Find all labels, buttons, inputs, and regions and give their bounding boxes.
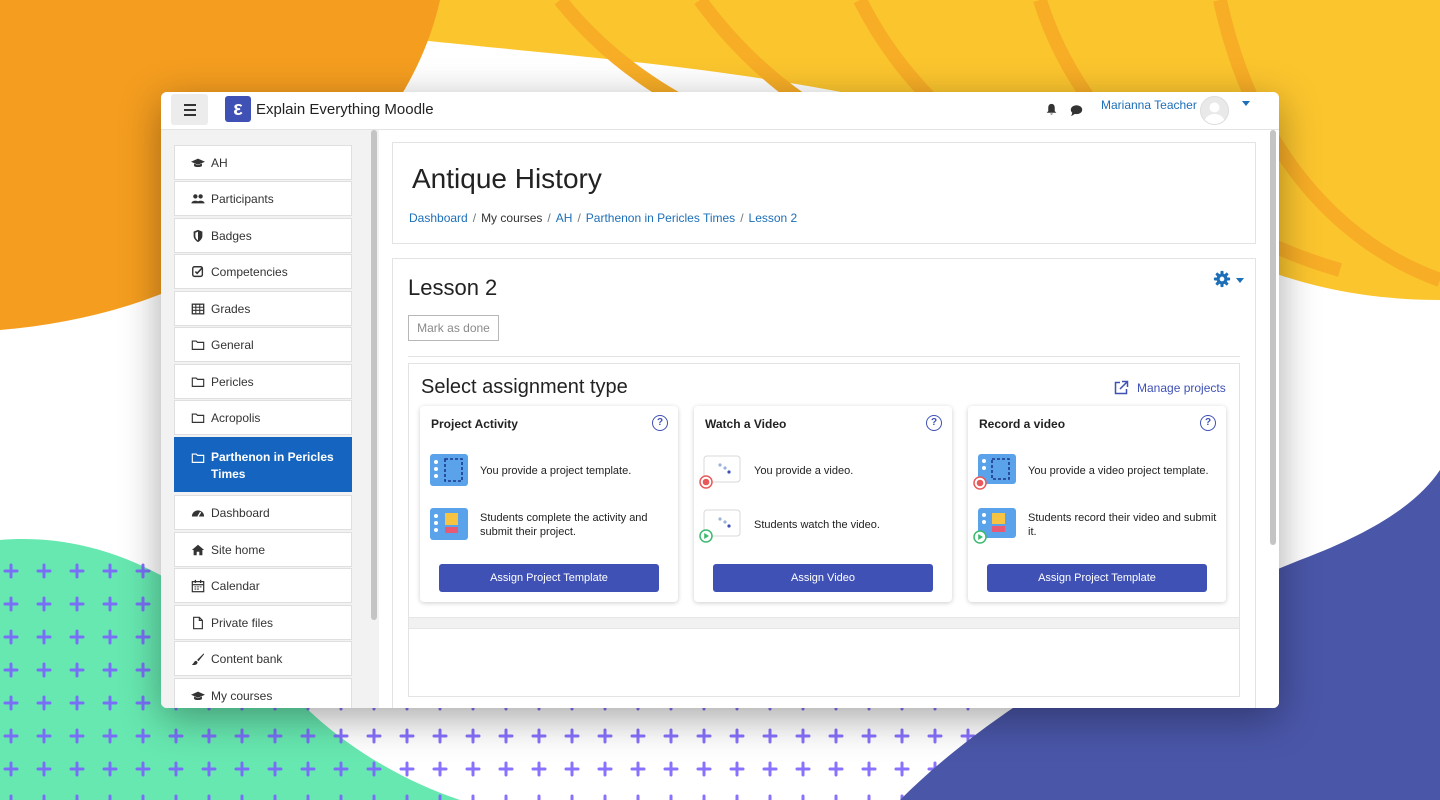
sidebar-item-badges[interactable]: Badges — [174, 218, 352, 253]
nav-drawer: AH Participants Badges Competencies Grad… — [161, 130, 379, 708]
course-header-card: Antique History Dashboard / My courses / AH /… — [392, 142, 1256, 244]
brush-icon — [191, 652, 205, 665]
mark-as-done-button[interactable]: Mark as done — [408, 315, 499, 341]
breadcrumb-ah[interactable]: AH — [556, 211, 573, 225]
lesson-title: Lesson 2 — [408, 275, 498, 300]
graduation-cap-icon — [191, 691, 205, 700]
sidebar-item-content-bank[interactable]: Content bank — [174, 641, 352, 676]
divider — [408, 356, 1240, 357]
folder-icon — [191, 453, 205, 463]
folder-icon — [191, 339, 205, 350]
option-row-1-text: You provide a project template. — [480, 465, 632, 477]
option-title: Record a video — [979, 417, 1066, 431]
site-name[interactable]: Explain Everything Moodle — [256, 101, 434, 118]
sidebar-scrollbar[interactable] — [371, 130, 377, 620]
browser-window: ε Explain Everything Moodle Marianna Tea… — [161, 92, 1279, 708]
sidebar-item-my-courses[interactable]: My courses — [174, 678, 352, 708]
gear-menu-caret-icon[interactable] — [1236, 278, 1244, 283]
sidebar-item-parthenon[interactable]: Parthenon in Pericles Times — [174, 437, 352, 492]
assign-project-template-button[interactable]: Assign Project Template — [987, 564, 1207, 592]
sidebar-item-dashboard[interactable]: Dashboard — [174, 495, 352, 530]
sidebar-item-general[interactable]: General — [174, 327, 352, 362]
menu-toggle-button[interactable] — [171, 94, 208, 125]
option-row-1-text: You provide a video. — [754, 465, 854, 477]
sidebar-item-grades[interactable]: Grades — [174, 291, 352, 326]
user-name[interactable]: Marianna Teacher — [1101, 98, 1197, 112]
sidebar-item-participants[interactable]: Participants — [174, 181, 352, 216]
option-row-2-text: Students complete the activity and submi… — [480, 512, 648, 538]
help-icon[interactable]: ? — [1200, 415, 1216, 431]
breadcrumb: Dashboard / My courses / AH / Parthenon in Per… — [409, 211, 798, 225]
home-icon — [191, 544, 205, 555]
video-submit-icon — [973, 508, 1016, 544]
sidebar-item-site-home[interactable]: Site home — [174, 532, 352, 567]
option-card-project-activity: Project Activity ? You provide a project… — [420, 406, 678, 602]
sidebar-item-competencies[interactable]: Competencies — [174, 254, 352, 289]
calendar-icon — [191, 579, 205, 592]
option-row-1-text: You provide a video project template. — [1028, 465, 1209, 477]
play-video-icon — [699, 509, 741, 543]
lesson-card: Lesson 2 Mark as done Select assignment … — [392, 258, 1256, 708]
option-row-2-text: Students watch the video. — [754, 519, 880, 531]
external-link-icon — [1114, 380, 1129, 395]
folder-icon — [191, 376, 205, 387]
top-navbar: ε Explain Everything Moodle Marianna Tea… — [161, 92, 1279, 130]
option-card-watch-video: Watch a Video ? You provide a video. Stu… — [694, 406, 952, 602]
shield-icon — [193, 229, 203, 242]
user-menu-caret-icon[interactable] — [1242, 101, 1250, 106]
user-avatar[interactable] — [1200, 96, 1229, 125]
breadcrumb-dashboard[interactable]: Dashboard — [409, 211, 468, 225]
dashboard-icon — [191, 509, 205, 517]
breadcrumb-lesson-2[interactable]: Lesson 2 — [749, 211, 798, 225]
option-title: Watch a Video — [705, 417, 787, 431]
file-icon — [193, 616, 203, 629]
page-scrollbar[interactable] — [1270, 130, 1276, 545]
assignment-footer-bar — [409, 617, 1239, 629]
assign-video-button[interactable]: Assign Video — [713, 564, 933, 592]
help-icon[interactable]: ? — [652, 415, 668, 431]
option-row-2-text: Students record their video and submit i… — [1028, 512, 1217, 538]
page-title: Antique History — [412, 163, 602, 194]
main-content: Antique History Dashboard / My courses / AH /… — [380, 130, 1279, 708]
video-template-icon — [973, 454, 1016, 490]
graduation-cap-icon — [191, 158, 205, 167]
checkbox-icon — [192, 265, 204, 277]
bell-icon[interactable] — [1045, 103, 1058, 116]
sidebar-item-pericles[interactable]: Pericles — [174, 364, 352, 399]
manage-projects-link[interactable]: Manage projects — [1113, 380, 1226, 396]
sidebar-item-acropolis[interactable]: Acropolis — [174, 400, 352, 435]
breadcrumb-my-courses: My courses — [481, 211, 543, 225]
breadcrumb-parthenon[interactable]: Parthenon in Pericles Times — [586, 211, 735, 225]
sidebar-item-ah[interactable]: AH — [174, 145, 352, 180]
folder-icon — [191, 412, 205, 423]
gear-icon[interactable] — [1213, 270, 1231, 288]
site-logo[interactable]: ε — [225, 96, 251, 122]
record-video-icon — [699, 455, 741, 489]
project-template-icon — [430, 454, 468, 486]
project-submit-icon — [430, 508, 468, 540]
option-card-record-video: Record a video ? You provide a video pro… — [968, 406, 1226, 602]
assignment-heading: Select assignment type — [421, 376, 628, 398]
avatar-placeholder-icon — [1204, 102, 1225, 124]
assign-project-template-button[interactable]: Assign Project Template — [439, 564, 659, 592]
sidebar-item-private-files[interactable]: Private files — [174, 605, 352, 640]
assignment-selector: Select assignment type Manage projects P… — [408, 363, 1240, 697]
help-icon[interactable]: ? — [926, 415, 942, 431]
hamburger-icon — [183, 102, 196, 117]
option-title: Project Activity — [431, 417, 518, 431]
table-icon — [191, 303, 205, 314]
chat-icon[interactable] — [1070, 104, 1083, 117]
sidebar-item-calendar[interactable]: Calendar — [174, 568, 352, 603]
users-icon — [191, 193, 205, 203]
